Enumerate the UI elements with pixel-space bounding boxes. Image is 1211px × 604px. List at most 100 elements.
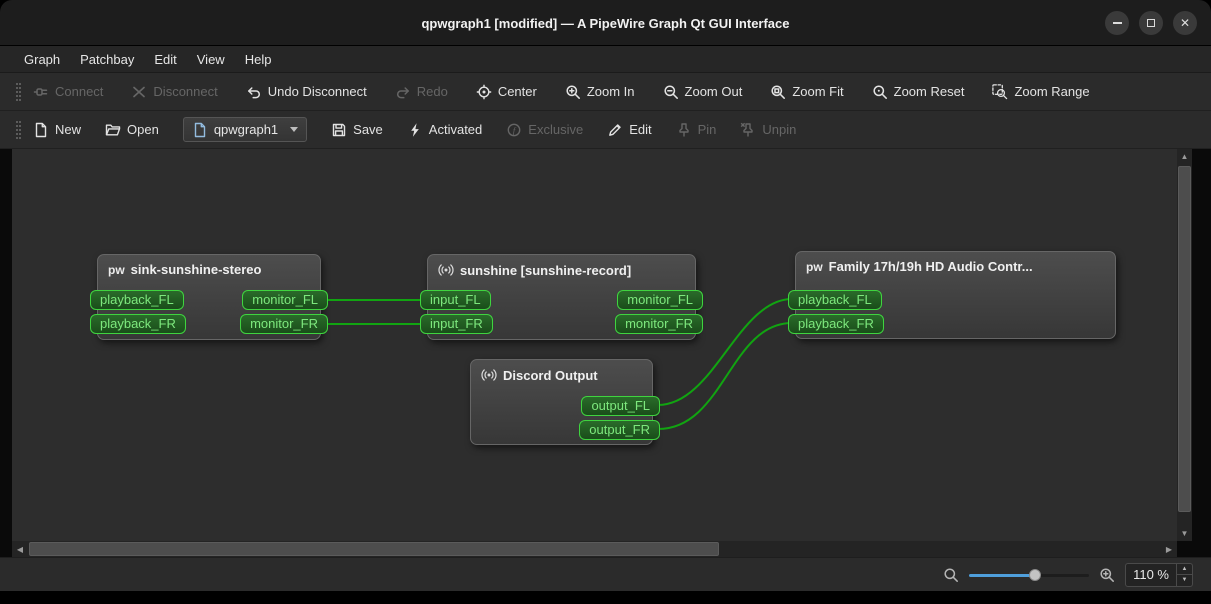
combo-value: qpwgraph1 [213,122,279,137]
port-input_FL[interactable]: input_FL [420,290,491,310]
zoom-in-status-icon [1099,567,1115,583]
port-playback_FL[interactable]: playback_FL [788,290,882,310]
menu-patchbay[interactable]: Patchbay [70,46,144,72]
maximize-button[interactable] [1139,11,1163,35]
zoom-value: 110 % [1133,567,1169,582]
svg-text:f: f [513,124,517,134]
save-button[interactable]: Save [331,122,383,138]
menu-edit[interactable]: Edit [144,46,186,72]
lightning-bolt-icon [407,122,423,138]
zoom-out-status-icon [943,567,959,583]
node-family-hd-audio[interactable]: pw Family 17h/19h HD Audio Contr... play… [788,251,1116,339]
port-monitor_FR[interactable]: monitor_FR [240,314,328,334]
exclusive-label: Exclusive [528,122,584,137]
titlebar[interactable]: qpwgraph1 [modified] — A PipeWire Graph … [0,0,1211,46]
stream-icon [438,262,454,278]
zoom-range-icon [992,83,1008,100]
port-input_FR[interactable]: input_FR [420,314,493,334]
zoom-slider[interactable] [969,567,1090,583]
save-label: Save [353,122,383,137]
spin-up-button[interactable]: ▲ [1177,564,1192,575]
disconnect-button[interactable]: Disconnect [131,84,218,100]
zoom-reset-icon [872,84,888,100]
port-monitor_FR[interactable]: monitor_FR [615,314,703,334]
zoom-reset-button[interactable]: Zoom Reset [872,84,964,100]
disconnect-icon [131,84,147,100]
horizontal-scrollbar[interactable]: ◀ ▶ [12,541,1177,557]
scroll-down-arrow[interactable]: ▼ [1177,526,1192,541]
node-discord-output[interactable]: Discord Output output_FL output_FR [470,359,660,445]
open-folder-icon [105,122,121,138]
zoom-out-icon [663,84,679,100]
toolbar-drag-handle[interactable] [16,82,21,101]
node-header: pw Family 17h/19h HD Audio Contr... [796,252,1115,278]
zoom-fit-button[interactable]: Zoom Fit [770,84,844,100]
output-ports: monitor_FL monitor_FR [240,290,328,334]
undo-disconnect-button[interactable]: Undo Disconnect [246,84,367,100]
port-monitor_FL[interactable]: monitor_FL [242,290,328,310]
port-output_FL[interactable]: output_FL [581,396,660,416]
close-button[interactable]: ✕ [1173,11,1197,35]
unpin-icon [740,122,756,138]
slider-fill [969,573,1036,577]
node-sunshine-record[interactable]: sunshine [sunshine-record] input_FL inpu… [420,254,703,340]
toolbar-drag-handle[interactable] [16,120,21,139]
edit-label: Edit [629,122,652,137]
pin-icon [676,122,692,138]
slider-handle[interactable] [1029,568,1042,581]
patchbay-toolbar: New Open qpwgraph1 Save Activated f Excl… [0,111,1211,149]
vertical-scrollbar[interactable]: ▲ ▼ [1177,149,1192,541]
output-ports: output_FL output_FR [579,396,660,440]
connect-button[interactable]: Connect [33,84,103,100]
menu-view[interactable]: View [187,46,235,72]
node-sink-sunshine-stereo[interactable]: pw sink-sunshine-stereo playback_FL play… [90,254,328,340]
pipewire-icon: pw [806,259,823,274]
stream-icon [481,367,497,383]
zoom-in-button[interactable]: Zoom In [565,84,635,100]
zoom-out-label: Zoom Out [684,84,743,99]
exclusive-button[interactable]: f Exclusive [506,122,583,138]
file-icon [192,122,208,138]
vertical-scroll-thumb[interactable] [1178,166,1191,512]
new-label: New [55,122,82,137]
scroll-left-arrow[interactable]: ◀ [12,541,28,557]
save-icon [331,122,347,138]
horizontal-scroll-thumb[interactable] [29,542,719,556]
scroll-up-arrow[interactable]: ▲ [1177,149,1192,164]
port-output_FR[interactable]: output_FR [579,420,660,440]
zoom-range-button[interactable]: Zoom Range [992,83,1090,100]
port-playback_FR[interactable]: playback_FR [90,314,186,334]
open-button[interactable]: Open [105,122,159,138]
minimize-button[interactable] [1105,11,1129,35]
spin-down-button[interactable]: ▼ [1177,575,1192,586]
chevron-down-icon [290,127,299,132]
port-monitor_FL[interactable]: monitor_FL [617,290,703,310]
center-icon [476,84,492,100]
input-ports: input_FL input_FR [420,290,493,334]
center-label: Center [497,84,537,99]
pin-button[interactable]: Pin [676,122,716,138]
pipewire-icon: pw [108,262,125,277]
zoom-out-button[interactable]: Zoom Out [663,84,743,100]
new-button[interactable]: New [33,122,81,138]
close-icon: ✕ [1179,16,1191,30]
connect-label: Connect [55,84,104,99]
menu-help[interactable]: Help [235,46,282,72]
zoom-spinbox[interactable]: 110 % ▲ ▼ [1125,562,1193,587]
output-ports: monitor_FL monitor_FR [615,290,703,334]
patchbay-file-combo[interactable]: qpwgraph1 [182,117,308,142]
port-playback_FR[interactable]: playback_FR [788,314,884,334]
activated-button[interactable]: Activated [407,122,482,138]
edit-button[interactable]: Edit [607,122,652,138]
port-playback_FL[interactable]: playback_FL [90,290,184,310]
scroll-right-arrow[interactable]: ▶ [1161,541,1177,557]
unpin-button[interactable]: Unpin [740,122,796,138]
redo-button[interactable]: Redo [395,84,448,100]
graph-canvas[interactable]: pw sink-sunshine-stereo playback_FL play… [12,149,1177,541]
graph-toolbar: Connect Disconnect Undo Disconnect Redo … [0,73,1211,111]
menu-graph[interactable]: Graph [14,46,70,72]
center-button[interactable]: Center [476,84,537,100]
zoom-fit-label: Zoom Fit [792,84,844,99]
input-ports: playback_FL playback_FR [90,290,186,334]
node-header: Discord Output [471,360,652,387]
